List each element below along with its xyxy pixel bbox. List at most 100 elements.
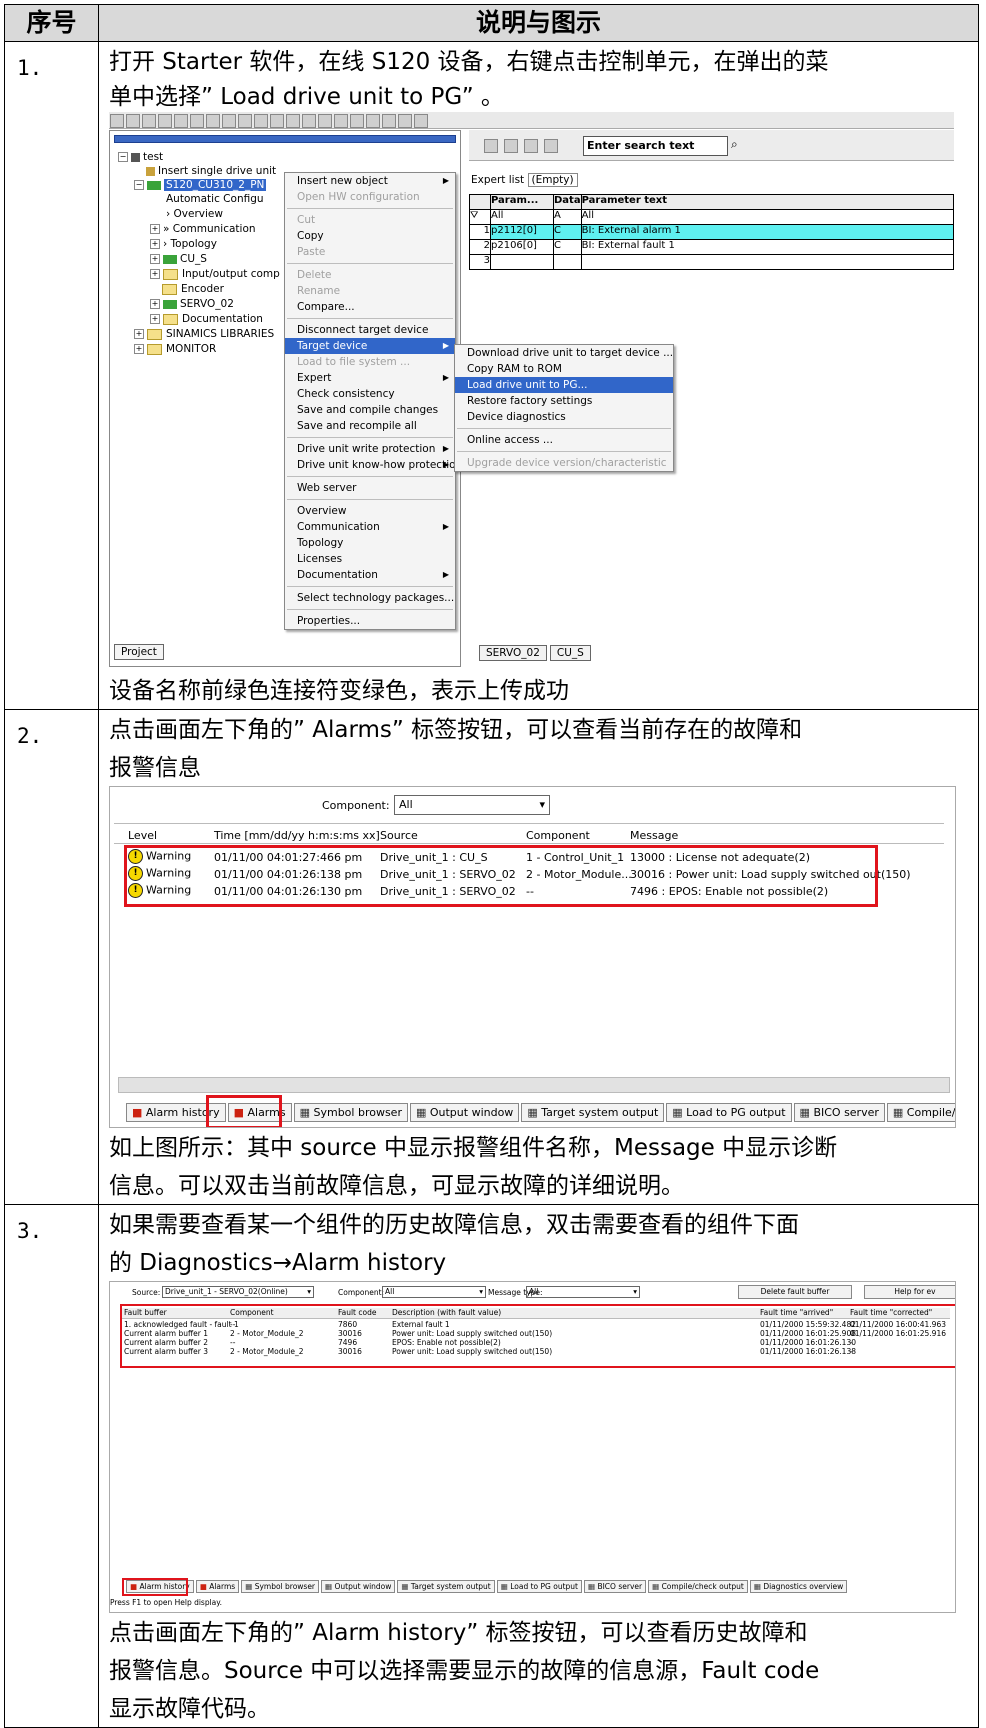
- context-menu-item[interactable]: Documentation ▶: [285, 567, 455, 583]
- submenu-item[interactable]: Device diagnostics: [455, 409, 673, 425]
- filter-row[interactable]: ⛛ All A All: [469, 209, 955, 225]
- table-row[interactable]: 1 p2112[0] C BI: External alarm 1: [469, 224, 955, 240]
- table-row[interactable]: 3: [469, 254, 955, 270]
- tab-output-window[interactable]: ▦ Output window: [321, 1580, 396, 1593]
- tree-item-s120[interactable]: − S120_CU310_2_PN: [134, 179, 267, 191]
- context-menu-item[interactable]: Select technology packages...: [285, 590, 455, 606]
- expert-toolbar: Enter search text ⌕: [469, 130, 954, 161]
- tree-item-documentation[interactable]: + Documentation: [150, 313, 263, 325]
- tab-output-window[interactable]: ▦ Output window: [409, 1103, 520, 1122]
- context-menu-item[interactable]: Check consistency: [285, 386, 455, 402]
- horizontal-scrollbar[interactable]: [118, 1077, 950, 1093]
- context-menu-item[interactable]: Target device ▶: [285, 338, 455, 354]
- tab-servo[interactable]: SERVO_02: [479, 645, 547, 661]
- tab-target-system-output[interactable]: ▦ Target system output: [521, 1103, 665, 1122]
- step1-text-b: 单中选择” Load drive unit to PG” 。: [109, 84, 504, 110]
- submenu-item: Upgrade device version/characteristic: [467, 457, 667, 469]
- tab-symbol-browser[interactable]: ▦ Symbol browser: [241, 1580, 320, 1593]
- tab-target-system-output[interactable]: ▦ Target system output: [397, 1580, 495, 1593]
- tree-item-servo[interactable]: + SERVO_02: [150, 298, 234, 310]
- context-menu-item[interactable]: Expert ▶: [285, 370, 455, 386]
- context-menu-item[interactable]: Topology: [285, 535, 455, 551]
- col-time[interactable]: Time [mm/dd/yy h:m:s:ms xx]: [214, 829, 380, 842]
- col-source[interactable]: Source: [380, 829, 418, 842]
- tab-load-to-pg-output[interactable]: ▦ Load to PG output: [496, 1580, 582, 1593]
- context-menu-item[interactable]: Web server: [285, 480, 455, 496]
- alarm-icon: ■: [199, 1582, 210, 1591]
- binoculars-icon[interactable]: ⌕: [731, 137, 738, 152]
- tab-alarms[interactable]: ■ Alarms: [195, 1580, 240, 1593]
- step3-text-a: 如果需要查看某一个组件的历史故障信息，双击需要查看的组件下面: [109, 1212, 799, 1238]
- step2-text-a: 点击画面左下角的” Alarms” 标签按钮，可以查看当前存在的故障和: [109, 717, 803, 743]
- tab-compile-check-output[interactable]: ▦ Compile/check output: [648, 1580, 748, 1593]
- project-tab[interactable]: Project: [114, 644, 164, 660]
- submenu-arrow-icon: ▶: [442, 570, 449, 579]
- search-input[interactable]: Enter search text: [583, 136, 728, 156]
- component-select[interactable]: All ▾: [394, 795, 550, 815]
- delete-fault-buffer-button[interactable]: Delete fault buffer: [738, 1285, 852, 1299]
- tree-item-io[interactable]: + Input/output comp: [150, 268, 280, 280]
- context-menu-item[interactable]: Save and recompile all: [285, 418, 455, 434]
- context-menu-item: Paste: [297, 246, 326, 258]
- menu-separator: [287, 318, 453, 319]
- tab-bico-server[interactable]: ▦ BICO server: [583, 1580, 647, 1593]
- tree-item-encoder[interactable]: Encoder: [162, 283, 224, 295]
- tree-item-insert-drive[interactable]: Insert single drive unit: [146, 165, 276, 177]
- context-menu-item[interactable]: Save and compile changes: [285, 402, 455, 418]
- tree-item-communication[interactable]: +» Communication: [150, 223, 256, 235]
- source-select[interactable]: Drive_unit_1 - SERVO_02(Online) ▾: [162, 1286, 314, 1298]
- tab-symbol-browser[interactable]: ▦ Symbol browser: [293, 1103, 408, 1122]
- step-num-2: 2.: [4, 709, 99, 1205]
- tree-item-auto-config[interactable]: Automatic Configu: [166, 193, 264, 205]
- alarm-icon: ■: [132, 1106, 146, 1119]
- context-menu-item[interactable]: Drive unit know-how protection ▶: [285, 457, 462, 473]
- menu-separator: [287, 437, 453, 438]
- tree-item-monitor[interactable]: + MONITOR: [134, 343, 216, 355]
- menu-separator: [287, 586, 453, 587]
- tab-expert-list[interactable]: Expert list (Empty): [471, 173, 578, 187]
- submenu-arrow-icon: ▶: [442, 522, 449, 531]
- context-menu-item[interactable]: Overview: [285, 503, 455, 519]
- component-label: Component:: [322, 799, 390, 812]
- tree-item-test[interactable]: − test: [118, 151, 163, 163]
- submenu-item[interactable]: Online access ...: [455, 432, 673, 448]
- context-menu-item[interactable]: Disconnect target device: [285, 322, 455, 338]
- msgtype-select[interactable]: All ▾: [526, 1286, 640, 1298]
- tab-diagnostics-overview[interactable]: ▦ Diagnostics overview: [749, 1580, 848, 1593]
- tab-cu-s[interactable]: CU_S: [549, 645, 591, 661]
- col-message[interactable]: Message: [630, 829, 678, 842]
- tree-item-cu-s[interactable]: + CU_S: [150, 253, 207, 265]
- tab-compile-che[interactable]: ▦ Compile/che: [886, 1103, 955, 1122]
- tree-item-topology[interactable]: + › Topology: [150, 238, 217, 250]
- submenu-item[interactable]: Download drive unit to target device ...: [455, 345, 673, 361]
- table-row[interactable]: 2 p2106[0] C BI: External fault 1: [469, 239, 955, 255]
- submenu-item[interactable]: Copy RAM to ROM: [455, 361, 673, 377]
- instruction-table: 序号 说明与图示 1. 打开 Starter 软件，在线 S120 设备，右键点…: [4, 4, 979, 1728]
- context-menu-item[interactable]: Insert new object ▶: [285, 173, 455, 189]
- submenu-item[interactable]: Restore factory settings: [455, 393, 673, 409]
- context-menu-item[interactable]: Drive unit write protection ▶: [285, 441, 455, 457]
- component-select[interactable]: All ▾: [382, 1286, 486, 1298]
- starter-context-menu-screenshot: − test Insert single drive unit − S120_CU3…: [109, 112, 955, 667]
- help-button[interactable]: Help for ev: [864, 1285, 955, 1299]
- context-menu-item[interactable]: Copy: [285, 228, 455, 244]
- window-icon: ▦: [245, 1582, 255, 1591]
- context-menu-item[interactable]: Communication ▶: [285, 519, 455, 535]
- tree-item-sinamics-lib[interactable]: + SINAMICS LIBRARIES: [134, 328, 274, 340]
- target-device-submenu: Download drive unit to target device ...…: [454, 344, 674, 472]
- tab-bico-server[interactable]: ▦ BICO server: [793, 1103, 885, 1122]
- tree-item-overview[interactable]: › Overview: [166, 208, 223, 220]
- tab-load-to-pg-output[interactable]: ▦ Load to PG output: [666, 1103, 792, 1122]
- alarm-history-tab-highlight: [122, 1578, 188, 1596]
- col-component[interactable]: Component: [526, 829, 590, 842]
- context-menu: Insert new object ▶ Open HW configuration C…: [284, 172, 462, 630]
- col-level[interactable]: Level: [128, 829, 157, 842]
- window-icon: ▦: [892, 1106, 907, 1119]
- alarms-tab-highlight: [206, 1095, 282, 1127]
- context-menu-item[interactable]: Licenses: [285, 551, 455, 567]
- step-row-3: 3. 如果需要查看某一个组件的历史故障信息，双击需要查看的组件下面 的 Diag…: [4, 1204, 979, 1728]
- context-menu-item[interactable]: Properties...: [285, 613, 455, 629]
- context-menu-item[interactable]: Compare...: [285, 299, 455, 315]
- submenu-item[interactable]: Load drive unit to PG...: [455, 377, 673, 393]
- menu-separator: [287, 208, 453, 209]
